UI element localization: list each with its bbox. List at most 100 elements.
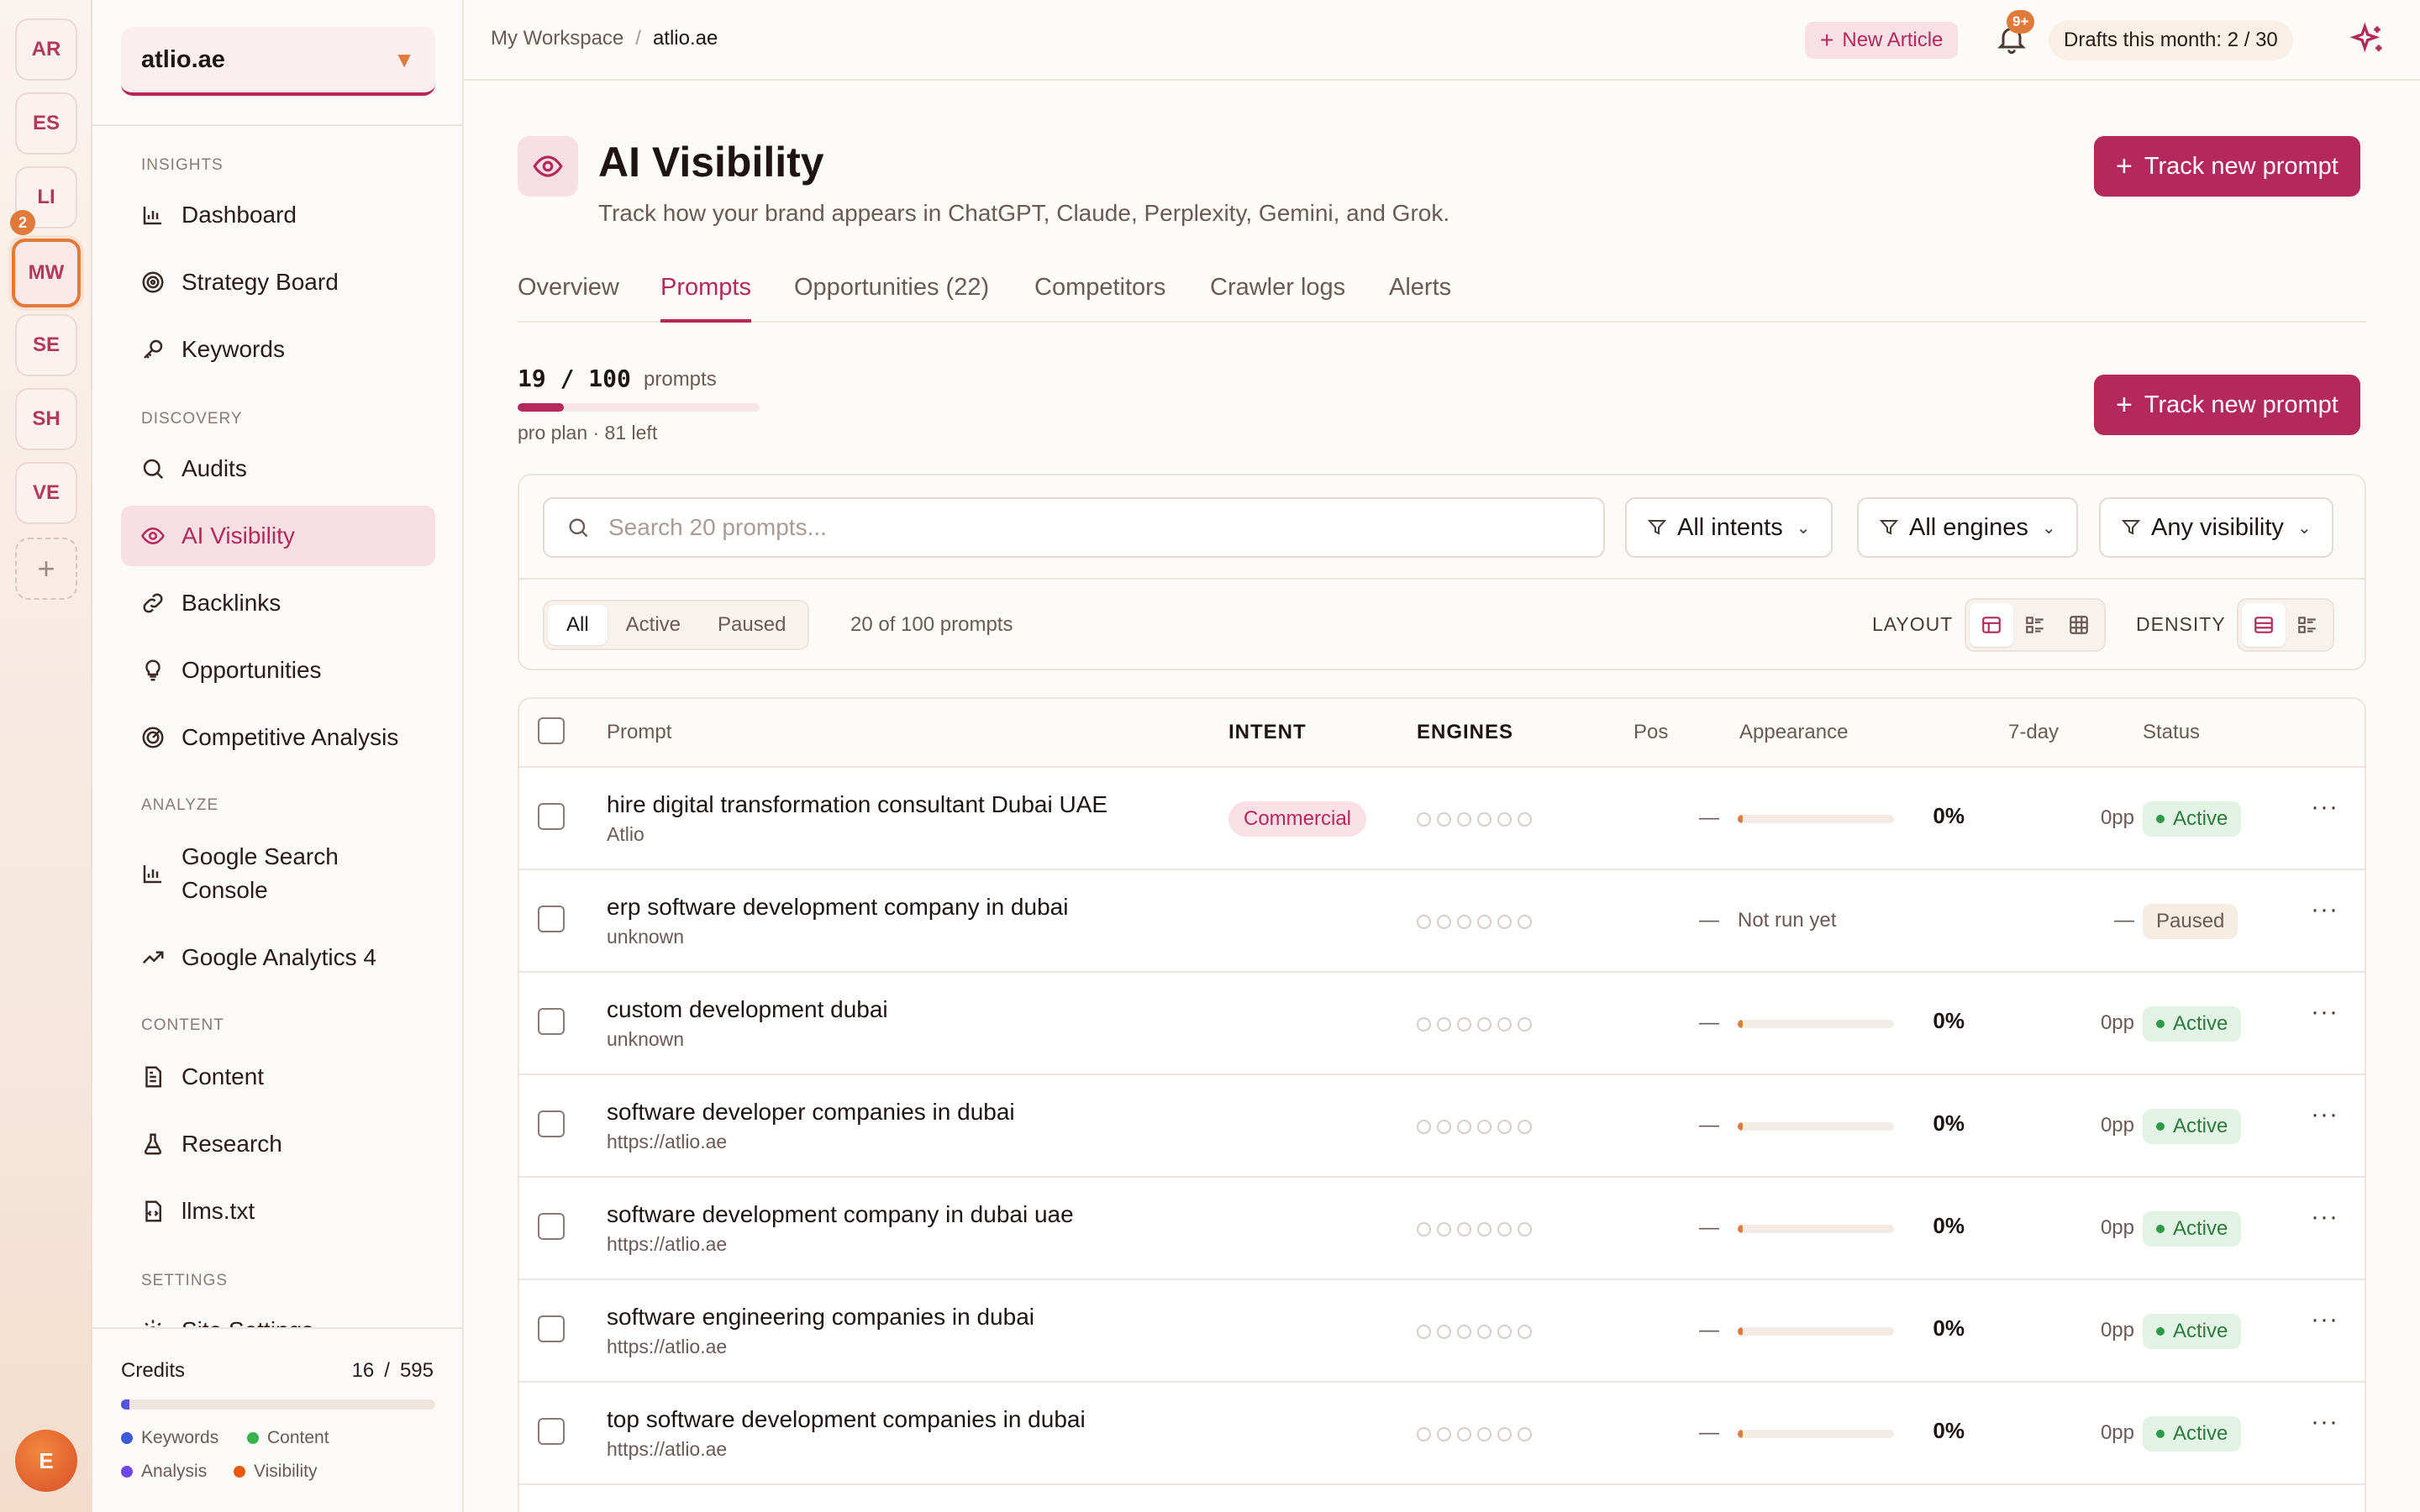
sidebar-item-backlinks[interactable]: Backlinks [121, 573, 435, 633]
intent-badge: Commercial [1228, 801, 1367, 837]
sidebar-item-research[interactable]: Research [121, 1114, 435, 1174]
workspace-se[interactable]: SE [15, 314, 77, 376]
row-checkbox[interactable] [538, 906, 565, 932]
table-row[interactable]: software engineering companies in dubai h… [519, 1280, 2365, 1383]
row-checkbox[interactable] [538, 1418, 565, 1445]
segment-active[interactable]: Active [608, 605, 699, 645]
table-row[interactable]: software development company in dubai ua… [519, 1178, 2365, 1280]
status-badge[interactable]: Active [2143, 1109, 2242, 1144]
status-dot [2156, 1122, 2165, 1131]
gsc-label-line2: Console [182, 877, 268, 903]
row-checkbox[interactable] [538, 1008, 565, 1035]
density-comfortable-button[interactable] [2242, 603, 2286, 647]
sidebar-item-strategy-board[interactable]: Strategy Board [121, 252, 435, 312]
row-checkbox[interactable] [538, 1213, 565, 1240]
table-row[interactable]: hire digital transformation consultant D… [519, 768, 2365, 870]
workspace-rail: AR ES LI 2 MW SE SH VE + E [0, 0, 92, 1512]
sidebar-item-google-analytics-4[interactable]: Google Analytics 4 [121, 927, 435, 988]
layout-table-button[interactable] [1970, 603, 2013, 647]
sidebar-item-google-search-console[interactable]: Google Search Console [121, 835, 435, 912]
search-input[interactable]: Search 20 prompts... [543, 497, 1605, 558]
tab-crawler-logs[interactable]: Crawler logs [1210, 274, 1345, 323]
prompt-source: https://atlio.ae [607, 1438, 728, 1460]
status-badge[interactable]: Paused [2143, 904, 2238, 939]
layout-grid-button[interactable] [2057, 603, 2101, 647]
position-value: — [1699, 1421, 1719, 1444]
layout-list-button[interactable] [2013, 603, 2057, 647]
track-new-prompt-button-header[interactable]: + Track new prompt [2094, 136, 2360, 197]
table-row[interactable]: erp software development company in duba… [519, 870, 2365, 973]
site-selector[interactable]: atlio.ae ▼ [121, 27, 435, 96]
status-badge[interactable]: Active [2143, 801, 2242, 837]
prompt-text: custom development dubai [607, 996, 888, 1022]
density-compact-button[interactable] [2286, 603, 2329, 647]
workspace-sh[interactable]: SH [15, 388, 77, 450]
tab-prompts[interactable]: Prompts [660, 274, 751, 323]
compact-list-icon [2298, 617, 2316, 633]
sparkle-icon[interactable] [2349, 22, 2386, 59]
more-actions-icon[interactable]: ··· [2311, 998, 2338, 1026]
column-header-engines[interactable]: ENGINES [1417, 721, 1513, 744]
table-row[interactable]: custom development dubai unknown — 0% 0pp Act… [519, 973, 2365, 1075]
sidebar-item-competitive-analysis[interactable]: Competitive Analysis [121, 707, 435, 768]
engine-dot [1417, 1222, 1431, 1236]
breadcrumb-root[interactable]: My Workspace [491, 27, 623, 50]
user-avatar[interactable]: E [15, 1430, 77, 1492]
credits-total: 595 [399, 1359, 434, 1382]
more-actions-icon[interactable]: ··· [2311, 895, 2338, 924]
tab-opportunities[interactable]: Opportunities (22) [794, 274, 989, 323]
column-header-appearance[interactable]: Appearance [1739, 721, 1848, 744]
table-row[interactable]: top software development companies in du… [519, 1383, 2365, 1485]
more-actions-icon[interactable]: ··· [2311, 1305, 2338, 1334]
sidebar-item-llms-txt[interactable]: llms.txt [121, 1181, 435, 1242]
tab-alerts[interactable]: Alerts [1389, 274, 1451, 323]
row-checkbox[interactable] [538, 1110, 565, 1137]
status-dot [2156, 1430, 2165, 1438]
track-new-prompt-button[interactable]: + Track new prompt [2094, 375, 2360, 435]
sidebar-item-label: Keywords [182, 336, 285, 362]
table-icon [1982, 617, 2001, 633]
tab-overview[interactable]: Overview [518, 274, 619, 323]
sidebar-item-audits[interactable]: Audits [121, 438, 435, 499]
column-header-status[interactable]: Status [2143, 721, 2200, 744]
more-actions-icon[interactable]: ··· [2311, 793, 2338, 822]
column-header-prompt[interactable]: Prompt [607, 721, 671, 744]
more-actions-icon[interactable]: ··· [2311, 1203, 2338, 1231]
column-header-pos[interactable]: Pos [1634, 721, 1668, 744]
column-header-intent[interactable]: INTENT [1228, 721, 1307, 744]
workspace-ar[interactable]: AR [15, 18, 77, 81]
segment-all[interactable]: All [548, 605, 608, 645]
more-actions-icon[interactable]: ··· [2311, 1408, 2338, 1436]
sidebar-item-dashboard[interactable]: Dashboard [121, 185, 435, 245]
status-badge[interactable]: Active [2143, 1314, 2242, 1349]
segment-paused[interactable]: Paused [699, 605, 804, 645]
engine-dot [1477, 812, 1491, 827]
caret-down-icon: ▼ [393, 46, 415, 72]
intent-filter-dropdown[interactable]: All intents ⌄ [1625, 497, 1833, 558]
workspace-ve[interactable]: VE [15, 462, 77, 524]
sidebar-item-opportunities[interactable]: Opportunities [121, 640, 435, 701]
workspace-mw[interactable]: MW [12, 239, 81, 307]
credits-progress-fill [121, 1399, 130, 1410]
more-actions-icon[interactable]: ··· [2311, 1100, 2338, 1129]
sidebar-item-keywords[interactable]: Keywords [121, 319, 435, 380]
table-row[interactable]: software developer companies in dubai htt… [519, 1075, 2365, 1178]
status-badge[interactable]: Active [2143, 1416, 2242, 1452]
column-header-7-day[interactable]: 7-day [2008, 721, 2059, 744]
row-checkbox[interactable] [538, 1315, 565, 1342]
sidebar-item-content[interactable]: Content [121, 1047, 435, 1107]
tab-competitors[interactable]: Competitors [1034, 274, 1165, 323]
layout-toggle [1965, 598, 2106, 652]
status-badge[interactable]: Active [2143, 1211, 2242, 1247]
visibility-filter-dropdown[interactable]: Any visibility ⌄ [2099, 497, 2333, 558]
target-icon [139, 269, 166, 296]
engine-filter-dropdown[interactable]: All engines ⌄ [1857, 497, 2078, 558]
select-all-checkbox[interactable] [538, 717, 565, 744]
add-workspace-button[interactable]: + [15, 538, 77, 600]
workspace-es[interactable]: ES [15, 92, 77, 155]
status-badge[interactable]: Active [2143, 1006, 2242, 1042]
sidebar-item-ai-visibility[interactable]: AI Visibility [121, 506, 435, 566]
row-checkbox[interactable] [538, 803, 565, 830]
new-article-button[interactable]: + New Article [1805, 22, 1959, 59]
divider [92, 124, 462, 126]
